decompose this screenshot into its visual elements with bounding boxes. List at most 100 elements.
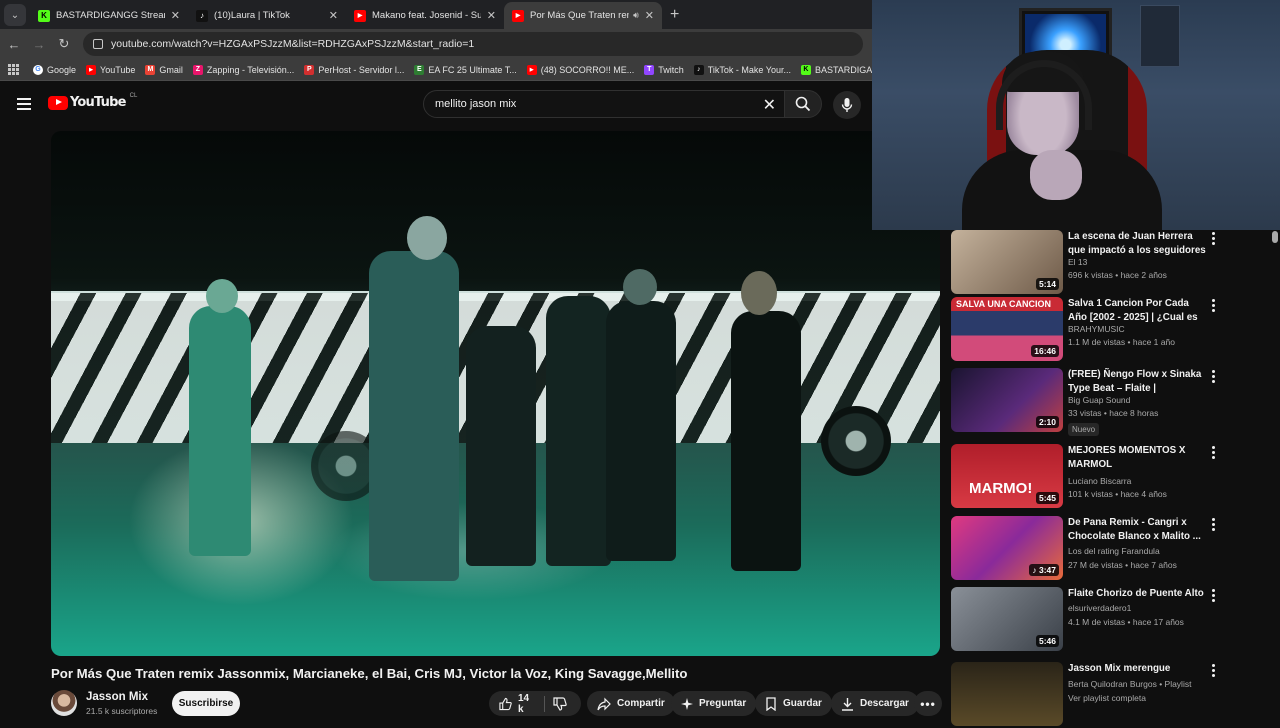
- address-bar[interactable]: youtube.com/watch?v=HZGAxPSJzzM&list=RDH…: [83, 32, 863, 56]
- address-url: youtube.com/watch?v=HZGAxPSJzzM&list=RDH…: [111, 38, 475, 50]
- browser-tab[interactable]: K BASTARDIGANGG Stream - Wat ✕: [30, 2, 188, 29]
- recommendation-item[interactable]: 5:46 Flaite Chorizo de Puente Alto elsur…: [950, 587, 1270, 653]
- bookmark-socorro[interactable]: ▶ (48) SOCORRO!! ME...: [526, 64, 634, 75]
- recommendation-title[interactable]: Salva 1 Cancion Por Cada Año [2002 - 202…: [1068, 297, 1208, 325]
- recommendation-title[interactable]: MEJORES MOMENTOS X MARMOL: [1068, 444, 1208, 472]
- youtube-play-icon: [48, 95, 68, 110]
- recommendation-channel[interactable]: Big Guap Sound: [1068, 395, 1130, 405]
- video-thumbnail[interactable]: 5:14: [951, 230, 1063, 294]
- bookmark-google[interactable]: G Google: [33, 64, 76, 75]
- subscribe-button[interactable]: Suscribirse: [172, 691, 240, 716]
- share-button[interactable]: Compartir: [587, 691, 675, 716]
- recommendation-item[interactable]: SALVA UNA CANCION 16:46 Salva 1 Cancion …: [950, 297, 1270, 363]
- close-tab-icon[interactable]: ✕: [487, 9, 496, 22]
- video-thumbnail[interactable]: ♪ 3:47: [951, 516, 1063, 580]
- reload-icon[interactable]: ↻: [53, 36, 75, 52]
- country-code: CL: [129, 92, 138, 99]
- more-vertical-icon[interactable]: [1212, 446, 1216, 461]
- video-frame-person-head: [407, 216, 447, 260]
- browser-tab-active[interactable]: ▶ Por Más Que Traten remix J 🔊︎ ✕: [504, 2, 662, 29]
- bookmark-twitch[interactable]: T Twitch: [644, 64, 684, 75]
- tab-search-icon[interactable]: ⌄: [4, 4, 26, 26]
- playlist-item[interactable]: Jasson Mix merengue Berta Quilodran Burg…: [950, 662, 1270, 728]
- recommendation-item[interactable]: MARMO! 5:45 MEJORES MOMENTOS X MARMOL Lu…: [950, 444, 1270, 510]
- recommendation-title[interactable]: Flaite Chorizo de Puente Alto: [1068, 587, 1208, 601]
- youtube-icon: ▶: [86, 64, 97, 75]
- recommendation-item[interactable]: 2:10 (FREE) Ñengo Flow x Sinaka Type Bea…: [950, 368, 1270, 436]
- recommendations-sidebar: 5:14 La escena de Juan Herrera que impac…: [950, 230, 1280, 726]
- video-frame-person: [189, 306, 251, 556]
- bookmark-zapping[interactable]: Z Zapping - Televisión...: [192, 64, 294, 75]
- close-tab-icon[interactable]: ✕: [645, 9, 654, 22]
- more-vertical-icon[interactable]: [1212, 299, 1216, 314]
- voice-search-button[interactable]: [833, 91, 861, 119]
- new-tab-button[interactable]: +: [670, 6, 679, 24]
- site-info-icon[interactable]: [93, 39, 103, 49]
- browser-tab[interactable]: ▶ Makano feat. Josenid - Su Nom ✕: [346, 2, 504, 29]
- apps-grid-icon[interactable]: [8, 63, 19, 76]
- new-badge: Nuevo: [1068, 423, 1100, 436]
- speaker-icon[interactable]: 🔊︎: [633, 10, 639, 21]
- ask-button[interactable]: Preguntar: [671, 691, 757, 716]
- video-thumbnail[interactable]: 5:46: [951, 587, 1063, 651]
- youtube-logo[interactable]: YouTube CL: [48, 92, 138, 110]
- thumbs-up-icon: [499, 697, 512, 710]
- video-title: Por Más Que Traten remix Jassonmix, Marc…: [51, 666, 688, 681]
- view-full-playlist-link[interactable]: Ver playlist completa: [1068, 693, 1146, 703]
- channel-name[interactable]: Jasson Mix: [86, 691, 148, 703]
- playlist-channel[interactable]: Berta Quilodran Burgos • Playlist: [1068, 679, 1191, 689]
- bookmark-youtube[interactable]: ▶ YouTube: [86, 64, 135, 75]
- sidebar-scrollbar[interactable]: [1272, 231, 1278, 243]
- recommendation-item[interactable]: ♪ 3:47 De Pana Remix - Cangri x Chocolat…: [950, 516, 1270, 582]
- close-tab-icon[interactable]: ✕: [171, 9, 180, 22]
- ask-label: Preguntar: [699, 698, 747, 709]
- save-button[interactable]: Guardar: [755, 691, 832, 716]
- recommendation-title[interactable]: (FREE) Ñengo Flow x Sinaka Type Beat – F…: [1068, 368, 1208, 396]
- recommendation-item[interactable]: 5:14 La escena de Juan Herrera que impac…: [950, 230, 1270, 296]
- more-vertical-icon[interactable]: [1212, 518, 1216, 533]
- search-input[interactable]: mellito jason mix ✕: [423, 90, 785, 118]
- tab-title: BASTARDIGANGG Stream - Wat: [56, 10, 165, 21]
- bookmark-bastardigangg[interactable]: KBASTARDIGANGG |...: [800, 64, 872, 75]
- youtube-icon: ▶: [354, 9, 366, 22]
- playlist-thumbnail[interactable]: [951, 662, 1063, 726]
- recommendation-channel[interactable]: Los del rating Farandula: [1068, 546, 1160, 556]
- back-arrow-icon[interactable]: ←: [3, 37, 25, 52]
- video-thumbnail[interactable]: 2:10: [951, 368, 1063, 432]
- browser-tab[interactable]: ♪ (10)Laura | TikTok ✕: [188, 2, 346, 29]
- video-thumbnail[interactable]: MARMO! 5:45: [951, 444, 1063, 508]
- more-vertical-icon[interactable]: [1212, 589, 1216, 604]
- recommendation-channel[interactable]: El 13: [1068, 257, 1087, 267]
- recommendation-channel[interactable]: Luciano Biscarra: [1068, 476, 1131, 486]
- more-actions-button[interactable]: •••: [914, 691, 942, 716]
- recommendation-channel[interactable]: elsuriverdadero1: [1068, 603, 1131, 613]
- menu-hamburger-icon[interactable]: [17, 98, 31, 113]
- clear-search-icon[interactable]: ✕: [763, 95, 776, 115]
- close-tab-icon[interactable]: ✕: [329, 9, 338, 22]
- more-vertical-icon[interactable]: [1212, 370, 1216, 385]
- video-thumbnail[interactable]: SALVA UNA CANCION 16:46: [951, 297, 1063, 361]
- bookmark-gmail[interactable]: M Gmail: [145, 64, 183, 75]
- download-button[interactable]: Descargar: [831, 691, 919, 716]
- bookmark-eafc[interactable]: E EA FC 25 Ultimate T...: [414, 64, 517, 75]
- recommendation-channel[interactable]: BRAHYMUSIC: [1068, 324, 1125, 334]
- like-button[interactable]: 14 k: [489, 691, 544, 716]
- tiktok-icon: ♪: [196, 9, 208, 22]
- search-button[interactable]: [784, 90, 822, 118]
- video-frame-person: [546, 296, 611, 566]
- youtube-wordmark: YouTube: [70, 95, 126, 110]
- bookmark-tiktok[interactable]: ♪ TikTok - Make Your...: [693, 64, 791, 75]
- recommendation-title[interactable]: La escena de Juan Herrera que impactó a …: [1068, 230, 1208, 258]
- channel-avatar[interactable]: [51, 690, 77, 716]
- more-vertical-icon[interactable]: [1212, 232, 1216, 247]
- dislike-button[interactable]: [545, 691, 581, 716]
- youtube-icon: ▶: [512, 9, 524, 22]
- recommendation-title[interactable]: De Pana Remix - Cangri x Chocolate Blanc…: [1068, 516, 1208, 544]
- video-player[interactable]: [51, 131, 940, 656]
- thumbnail-text: SALVA UNA CANCION: [956, 299, 1051, 309]
- bookmark-perhost[interactable]: P PerHost - Servidor l...: [304, 64, 404, 75]
- more-vertical-icon[interactable]: [1212, 664, 1216, 679]
- bookmarks-bar: G Google ▶ YouTube M Gmail Z Zapping - Telev…: [0, 59, 872, 81]
- forward-arrow-icon[interactable]: →: [28, 37, 50, 52]
- playlist-title[interactable]: Jasson Mix merengue: [1068, 662, 1208, 676]
